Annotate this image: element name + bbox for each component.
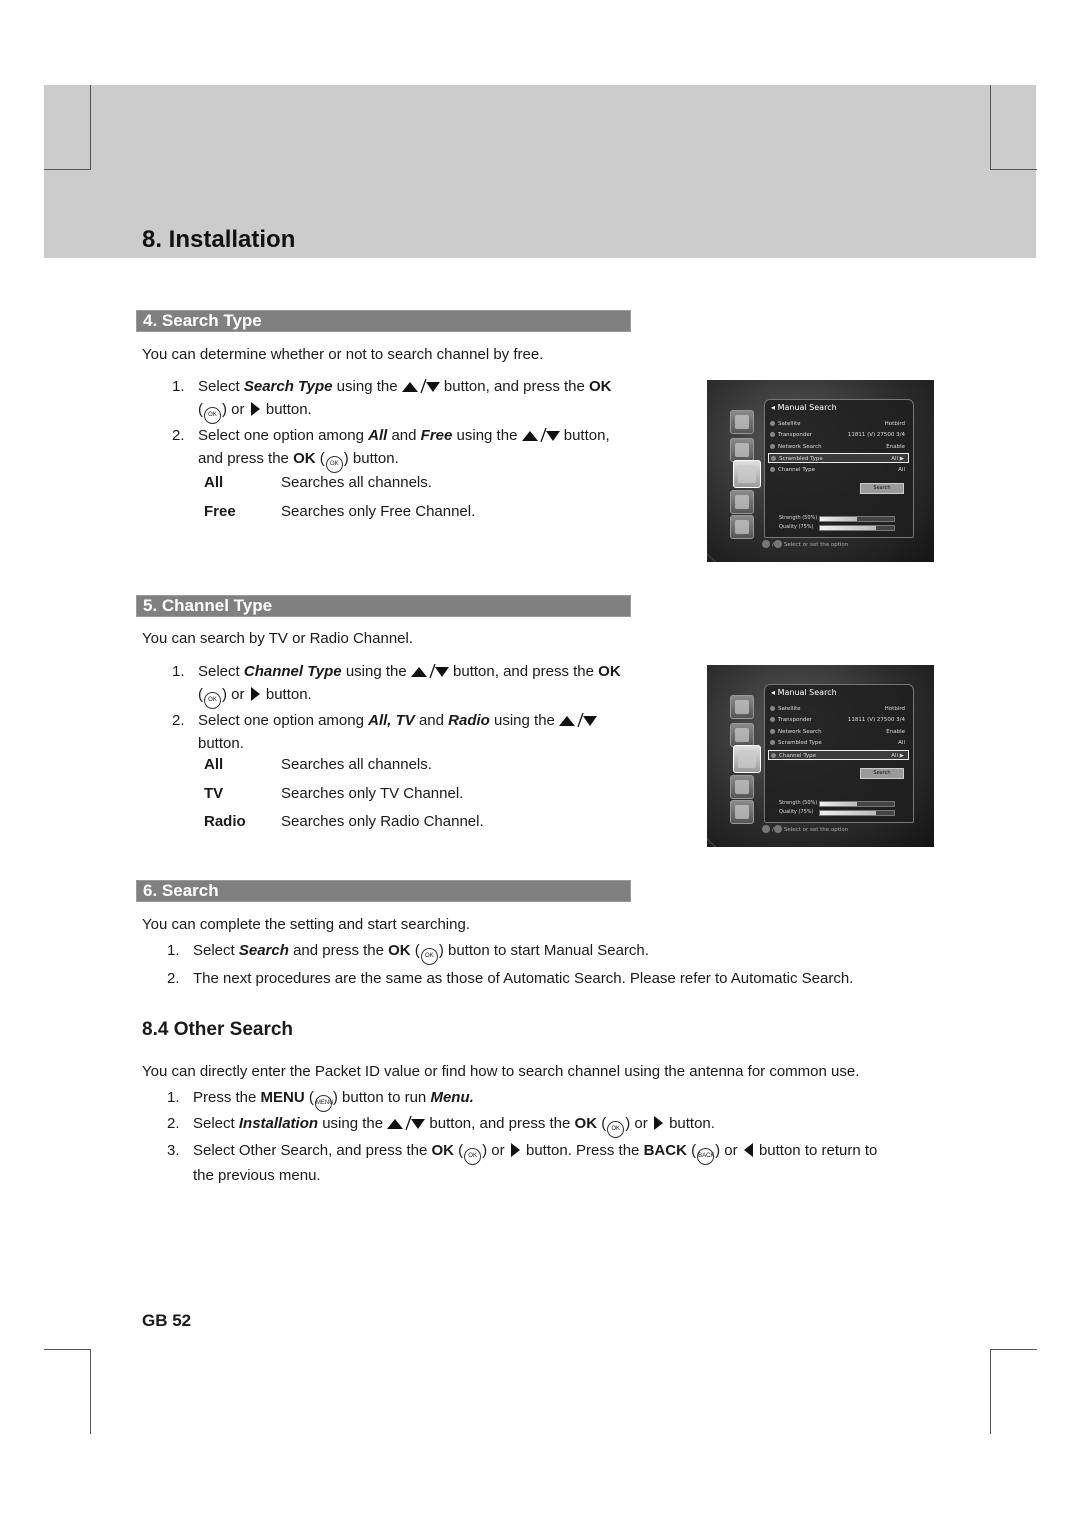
tools-icon [730, 515, 754, 539]
section-heading-channel-type: 5. Channel Type [136, 595, 631, 617]
manual-search-panel: ◂ Manual Search Satellite Hotbird Transpo… [764, 684, 914, 823]
satellite-dish-icon [733, 745, 761, 773]
menu-key-icon: MENU [314, 1095, 334, 1112]
menu-row-transponder: Transponder 11811 (V) 27500 3/4 [768, 430, 909, 440]
menu-row-network-search: Network Search Enable [768, 727, 909, 737]
menu-row-network-search: Network Search Enable [768, 442, 909, 452]
right-arrow-icon [250, 687, 260, 701]
section-heading-search-type: 4. Search Type [136, 310, 631, 332]
up-down-arrow-icon [387, 1115, 426, 1136]
search-type-intro: You can determine whether or not to sear… [142, 346, 544, 363]
manual-search-panel: ◂ Manual Search Satellite Hotbird Transpo… [764, 399, 914, 538]
up-down-arrow-icon [521, 427, 560, 448]
tools-icon [730, 800, 754, 824]
tv-hint: / Select or set the option [762, 540, 848, 548]
page-number: GB 52 [142, 1311, 192, 1330]
setup-icon [730, 723, 754, 747]
crop-mark [44, 85, 91, 170]
tv-search-button: Search [860, 768, 904, 779]
ok-key-icon [762, 825, 770, 833]
other-search-intro: You can directly enter the Packet ID val… [142, 1063, 860, 1080]
up-down-arrow-icon [401, 378, 440, 399]
right-arrow-icon [653, 1116, 663, 1130]
tv-screenshot-manual-search-channel: ◂ Manual Search Satellite Hotbird Transpo… [707, 665, 934, 847]
favorites-icon [730, 695, 754, 719]
ok-key-icon [762, 540, 770, 548]
menu-row-channel-type: Channel Type All [768, 465, 909, 475]
ok-key-icon: OK [607, 1121, 625, 1138]
strength-fill [820, 517, 857, 521]
chapter-title: 8. Installation [142, 226, 296, 253]
ok-key-icon: OK [204, 692, 221, 709]
channel-type-intro: You can search by TV or Radio Channel. [142, 630, 414, 647]
tv-search-button: Search [860, 483, 904, 494]
setup-icon [730, 438, 754, 462]
up-down-arrow-icon [410, 663, 449, 684]
tv-hint: / Select or set the option [762, 825, 848, 833]
section-heading-search: 6. Search [136, 880, 631, 902]
crop-mark [990, 1349, 1037, 1434]
right-key-icon [773, 540, 782, 548]
right-key-icon [773, 825, 782, 833]
quality-meter: Quality (75%) [779, 808, 909, 816]
strength-fill [820, 802, 857, 806]
search-intro: You can complete the setting and start s… [142, 916, 470, 933]
ok-key-icon: OK [464, 1148, 482, 1165]
crop-mark [44, 1349, 91, 1434]
favorites-icon [730, 410, 754, 434]
search-key-icon [730, 490, 754, 514]
strength-meter: Strength (50%) [779, 514, 909, 522]
back-key-icon: BACK [697, 1148, 714, 1165]
menu-row-transponder: Transponder 11811 (V) 27500 3/4 [768, 715, 909, 725]
menu-row-satellite: Satellite Hotbird [768, 419, 909, 429]
menu-row-channel-type: Channel Type All ▶ [768, 750, 909, 760]
satellite-dish-icon [733, 460, 761, 488]
up-down-arrow-icon [559, 712, 598, 733]
strength-meter: Strength (50%) [779, 799, 909, 807]
menu-row-scrambled-type: Scrambled Type All ▶ [768, 453, 909, 463]
other-search-heading: 8.4 Other Search [142, 1019, 294, 1040]
quality-meter: Quality (75%) [779, 523, 909, 531]
ok-key-icon: OK [420, 948, 438, 965]
left-arrow-icon [743, 1143, 753, 1157]
right-arrow-icon [250, 402, 260, 416]
quality-fill [820, 526, 876, 530]
menu-row-scrambled-type: Scrambled Type All [768, 738, 909, 748]
quality-fill [820, 811, 876, 815]
search-key-icon [730, 775, 754, 799]
right-arrow-icon [510, 1143, 520, 1157]
crop-mark [990, 85, 1037, 170]
menu-row-satellite: Satellite Hotbird [768, 704, 909, 714]
ok-key-icon: OK [204, 407, 221, 424]
ok-key-icon: OK [325, 456, 343, 473]
tv-screenshot-manual-search-scrambled: ◂ Manual Search Satellite Hotbird Transpo… [707, 380, 934, 562]
